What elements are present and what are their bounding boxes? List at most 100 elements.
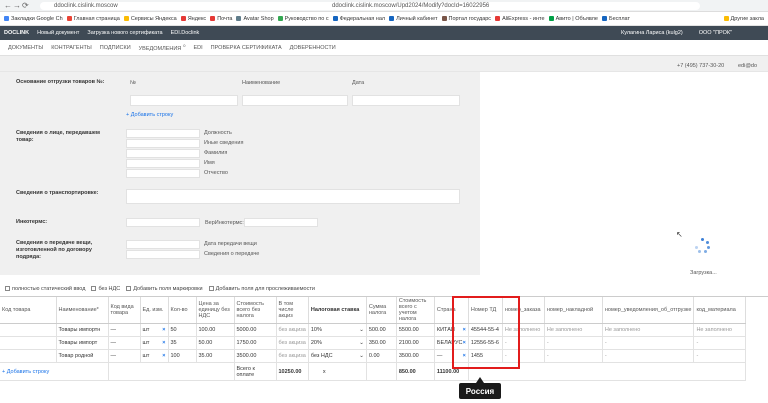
column-header[interactable]: Код вида товара xyxy=(108,297,141,324)
bookmark-item[interactable]: AliExpress - инте xyxy=(495,16,545,22)
logo[interactable]: DOCLINK xyxy=(4,30,29,36)
table-cell[interactable]: 50.00 xyxy=(196,336,235,350)
table-cell[interactable]: - xyxy=(544,349,603,363)
table-cell[interactable]: 35.00 xyxy=(196,349,235,363)
column-header[interactable]: код_материала xyxy=(693,297,747,324)
table-cell[interactable]: — xyxy=(108,349,141,363)
bookmark-item[interactable]: Закладки Google Ch xyxy=(4,16,63,22)
chevron-down-icon[interactable]: ⌄ xyxy=(359,340,364,346)
forward-icon[interactable]: → xyxy=(13,1,21,10)
table-cell[interactable]: 100.00 xyxy=(196,323,235,337)
basis-date-input[interactable] xyxy=(352,95,460,106)
column-header[interactable]: номер_уведомления_об_отгрузке xyxy=(602,297,695,324)
bookmark-item[interactable]: Сервисы Яндекса xyxy=(123,16,177,22)
menu-subscriptions[interactable]: ПОДПИСКИ xyxy=(100,45,131,51)
table-cell[interactable]: 1750.00 xyxy=(234,336,277,350)
transfer-info-input[interactable] xyxy=(126,250,200,259)
clear-icon[interactable]: × xyxy=(162,340,165,346)
bookmark-item[interactable]: Бесплат xyxy=(601,16,630,22)
upload-certificate-link[interactable]: Загрузка нового сертификата xyxy=(87,30,162,36)
menu-contractors[interactable]: КОНТРАГЕНТЫ xyxy=(51,45,92,51)
table-cell[interactable]: - xyxy=(693,349,747,363)
table-cell[interactable]: 3500.00 xyxy=(396,349,435,363)
table-cell[interactable]: без акциза xyxy=(276,349,309,363)
table-cell[interactable]: - xyxy=(602,336,695,350)
column-header[interactable]: Стоимость всего без налога xyxy=(234,297,277,324)
table-cell[interactable] xyxy=(0,349,57,363)
table-cell[interactable]: без акциза xyxy=(276,336,309,350)
url-field[interactable]: ddoclink.cislink.moscow ddoclink.cislink… xyxy=(40,2,700,10)
option-no-vat[interactable]: без НДС xyxy=(91,286,120,292)
table-cell[interactable]: 35 xyxy=(168,336,197,350)
transfer-date-input[interactable] xyxy=(126,240,200,249)
bookmark-item[interactable]: Авито | Объявле xyxy=(548,16,598,22)
incoterms-input[interactable] xyxy=(126,218,200,227)
column-header[interactable]: номер_накладной xyxy=(544,297,603,324)
bookmark-item[interactable]: Портал государс xyxy=(441,16,491,22)
table-cell[interactable]: Товары импорт xyxy=(56,336,109,350)
add-basis-row-link[interactable]: + Добавить строку xyxy=(126,112,173,119)
table-cell[interactable]: 10% ⌄ xyxy=(308,323,367,337)
table-cell[interactable]: Товар родной xyxy=(56,349,109,363)
table-cell[interactable]: 350.00 xyxy=(366,336,397,350)
table-cell[interactable]: 2100.00 xyxy=(396,336,435,350)
table-cell[interactable]: — xyxy=(108,336,141,350)
bookmark-item[interactable]: Яндекс xyxy=(180,16,206,22)
menu-notifications[interactable]: УВЕДОМЛЕНИЯ0 xyxy=(139,43,186,52)
table-cell[interactable]: 100 xyxy=(168,349,197,363)
chevron-down-icon[interactable]: ⌄ xyxy=(359,353,364,359)
table-cell[interactable]: Не заполнено xyxy=(693,323,747,337)
menu-edi[interactable]: EDI xyxy=(194,45,203,51)
table-cell[interactable]: без акциза xyxy=(276,323,309,337)
reload-icon[interactable]: ⟳ xyxy=(22,1,29,10)
table-cell[interactable]: — xyxy=(108,323,141,337)
table-cell[interactable]: 50 xyxy=(168,323,197,337)
column-header[interactable]: В том числе акциз xyxy=(276,297,309,324)
org-menu[interactable]: ООО "ПРОК" xyxy=(699,30,732,36)
column-header[interactable]: Налоговая ставка xyxy=(308,297,367,324)
table-cell[interactable]: 500.00 xyxy=(366,323,397,337)
table-cell[interactable] xyxy=(0,323,57,337)
patronymic-input[interactable] xyxy=(126,169,200,178)
option-traceability[interactable]: Добавить поля для прослеживаемости xyxy=(208,286,315,292)
basis-number-input[interactable] xyxy=(130,95,238,106)
bookmark-item[interactable]: Главная страница xyxy=(66,16,120,22)
user-menu[interactable]: Кулагина Лариса (kulg2) xyxy=(621,30,683,36)
basis-name-input[interactable] xyxy=(242,95,348,106)
name-input[interactable] xyxy=(126,159,200,168)
column-header[interactable]: Наименование* xyxy=(56,297,109,324)
menu-documents[interactable]: ДОКУМЕНТЫ xyxy=(8,45,43,51)
option-marking[interactable]: Добавить поля маркировки xyxy=(126,286,203,292)
table-cell[interactable]: - xyxy=(602,349,695,363)
column-header[interactable]: Сумма налога xyxy=(366,297,397,324)
table-cell[interactable]: 5500.00 xyxy=(396,323,435,337)
edi-link[interactable]: EDI.Doclink xyxy=(171,30,200,36)
column-header[interactable]: Ед. изм. xyxy=(140,297,169,324)
bookmark-item[interactable]: Руководство по с xyxy=(277,16,329,22)
table-cell[interactable]: 20% ⌄ xyxy=(308,336,367,350)
chevron-down-icon[interactable]: ⌄ xyxy=(359,327,364,333)
table-cell[interactable] xyxy=(0,336,57,350)
other-info-input[interactable] xyxy=(126,139,200,148)
new-document-link[interactable]: Новый документ xyxy=(37,30,79,36)
bookmark-item[interactable]: Avatar Shop xyxy=(236,16,274,22)
column-header[interactable]: Код товара xyxy=(0,297,57,324)
table-cell[interactable]: без НДС ⌄ xyxy=(308,349,367,363)
bookmark-item[interactable]: Другие закла xyxy=(723,16,764,22)
bookmark-item[interactable]: Федеральная нал xyxy=(332,16,385,22)
table-cell[interactable]: Не заполнено xyxy=(544,323,603,337)
table-cell[interactable]: 3500.00 xyxy=(234,349,277,363)
table-cell[interactable]: 5000.00 xyxy=(234,323,277,337)
table-cell[interactable]: Не заполнено xyxy=(602,323,695,337)
clear-icon[interactable]: × xyxy=(162,327,165,333)
table-cell[interactable]: Товары импортн xyxy=(56,323,109,337)
option-static-input[interactable]: полностью статический ввод xyxy=(5,286,85,292)
menu-cert-check[interactable]: ПРОВЕРКА СЕРТИФИКАТА xyxy=(211,45,282,51)
back-icon[interactable]: ← xyxy=(4,1,12,10)
column-header[interactable]: Кол-во xyxy=(168,297,197,324)
position-input[interactable] xyxy=(126,129,200,138)
table-cell[interactable]: 0.00 xyxy=(366,349,397,363)
add-goods-row-link[interactable]: + Добавить строку xyxy=(2,369,49,375)
bookmark-item[interactable]: Почта xyxy=(210,16,232,22)
table-cell[interactable]: шт × xyxy=(140,336,169,350)
